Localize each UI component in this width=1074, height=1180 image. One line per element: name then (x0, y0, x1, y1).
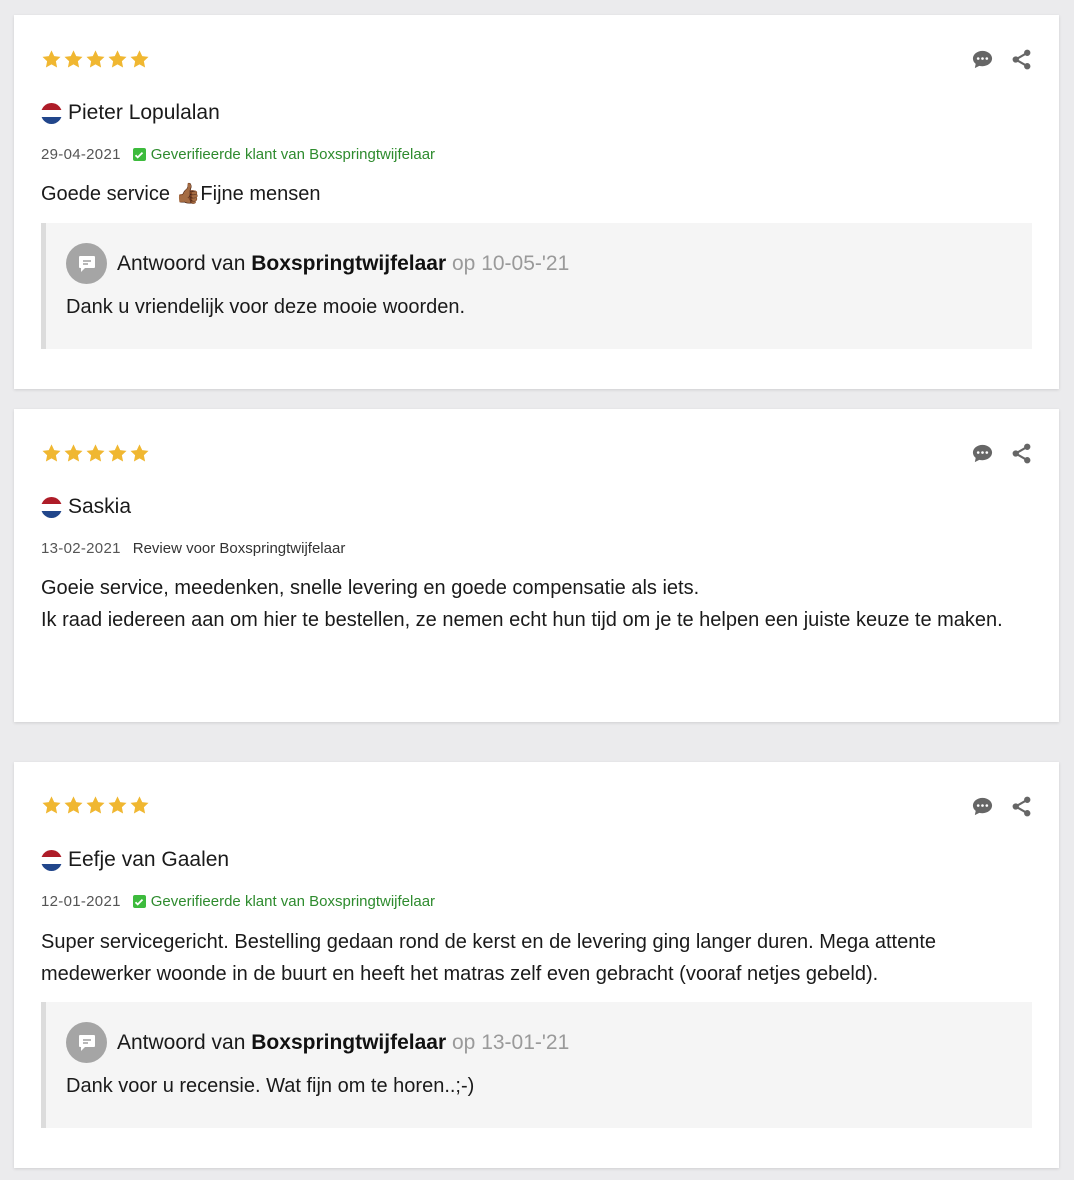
star-rating (41, 49, 150, 70)
review-actions (971, 48, 1033, 71)
star-rating (41, 443, 150, 464)
review-meta: 12-01-2021 Geverifieerde klant van Boxsp… (41, 893, 435, 910)
reviewer: Pieter Lopulalan (41, 101, 220, 125)
shop-reply: Antwoord van Boxspringtwijfelaar op 10-0… (41, 223, 1032, 349)
review-card: Eefje van Gaalen 12-01-2021 Geverifieerd… (14, 762, 1059, 1168)
reply-label: Antwoord van (117, 251, 246, 275)
reply-header: Antwoord van Boxspringtwijfelaar op 13-0… (66, 1022, 569, 1063)
star-icon (130, 50, 149, 68)
review-text: Goeie service, meedenken, snelle leverin… (41, 572, 1032, 636)
review-date: 29-04-2021 (41, 146, 121, 163)
reply-label: Antwoord van (117, 1030, 246, 1054)
review-text-line: Ik raad iedereen aan om hier te bestelle… (41, 609, 1003, 631)
star-icon (64, 50, 83, 68)
reply-chat-icon (66, 243, 107, 284)
review-text-line: Goeie service, meedenken, snelle leverin… (41, 577, 700, 599)
review-text-line: Goede service 👍🏾Fijne mensen (41, 183, 321, 205)
reply-shop-name: Boxspringtwijfelaar (251, 251, 447, 275)
reviewer-name: Saskia (68, 495, 132, 518)
reviewer: Saskia (41, 495, 131, 519)
review-meta: 29-04-2021 Geverifieerde klant van Boxsp… (41, 146, 435, 163)
review-actions (971, 442, 1033, 465)
star-icon (108, 444, 127, 462)
review-for-label: Review voor Boxspringtwijfelaar (132, 540, 346, 557)
netherlands-flag-icon (41, 102, 62, 124)
netherlands-flag-icon (41, 849, 62, 871)
star-icon (86, 796, 105, 814)
star-icon (108, 796, 127, 814)
star-icon (42, 444, 61, 462)
comment-icon[interactable] (971, 442, 994, 465)
review-date: 12-01-2021 (41, 893, 121, 910)
star-icon (130, 444, 149, 462)
verified-label: Geverifieerde klant van Boxspringtwijfel… (150, 893, 436, 910)
reviewer: Eefje van Gaalen (41, 848, 229, 872)
review-meta: 13-02-2021 Review voor Boxspringtwijfela… (41, 540, 345, 557)
review-text: Goede service 👍🏾Fijne mensen (41, 178, 1032, 210)
review-actions (971, 795, 1033, 818)
verified-label: Geverifieerde klant van Boxspringtwijfel… (150, 146, 436, 163)
comment-icon[interactable] (971, 48, 994, 71)
reviewer-name: Pieter Lopulalan (68, 101, 220, 124)
check-icon (132, 895, 146, 908)
review-card: Pieter Lopulalan 29-04-2021 Geverifieerd… (14, 15, 1059, 389)
check-icon (132, 148, 146, 161)
reply-shop-name: Boxspringtwijfelaar (251, 1030, 447, 1054)
star-icon (42, 50, 61, 68)
star-icon (42, 796, 61, 814)
review-text-line: Super servicegericht. Bestelling gedaan … (41, 931, 937, 985)
reply-header: Antwoord van Boxspringtwijfelaar op 10-0… (66, 243, 569, 284)
share-icon[interactable] (1010, 442, 1033, 465)
reply-chat-icon (66, 1022, 107, 1063)
share-icon[interactable] (1010, 795, 1033, 818)
star-icon (86, 444, 105, 462)
review-text: Super servicegericht. Bestelling gedaan … (41, 926, 1032, 990)
shop-reply: Antwoord van Boxspringtwijfelaar op 13-0… (41, 1002, 1032, 1128)
share-icon[interactable] (1010, 48, 1033, 71)
star-icon (86, 50, 105, 68)
netherlands-flag-icon (41, 496, 62, 518)
reviewer-name: Eefje van Gaalen (68, 848, 230, 871)
star-icon (64, 444, 83, 462)
star-icon (108, 50, 127, 68)
verified-badge: Geverifieerde klant van Boxspringtwijfel… (132, 893, 436, 910)
reply-text: Dank voor u recensie. Wat fijn om te hor… (66, 1075, 475, 1097)
reply-text: Dank u vriendelijk voor deze mooie woord… (66, 296, 466, 318)
star-icon (130, 796, 149, 814)
star-icon (64, 796, 83, 814)
reply-date: op 10-05-'21 (452, 251, 570, 275)
reply-date: op 13-01-'21 (452, 1030, 570, 1054)
review-card: Saskia 13-02-2021 Review voor Boxspringt… (14, 409, 1059, 722)
verified-badge: Geverifieerde klant van Boxspringtwijfel… (132, 146, 436, 163)
review-date: 13-02-2021 (41, 540, 121, 557)
star-rating (41, 795, 150, 816)
comment-icon[interactable] (971, 795, 994, 818)
